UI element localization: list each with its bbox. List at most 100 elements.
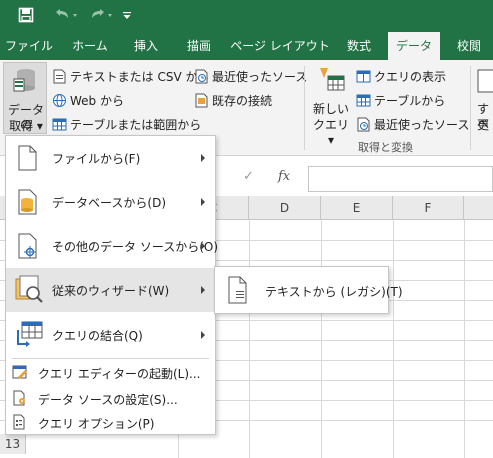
show-queries-icon (356, 70, 371, 83)
get-data-menu: ファイルから(F) データベースから(D) その他のデータ ソースから(O) 従… (5, 135, 219, 435)
query-options-icon (13, 414, 25, 430)
menu-item-from-text-legacy[interactable]: テキストから (レガシ)(T) (215, 267, 403, 313)
menu-item-launch-query-editor[interactable]: クエリ エディターの起動(L)... (6, 360, 215, 384)
tab-insert[interactable]: 挿入 (124, 32, 168, 60)
tab-formulas[interactable]: 数式 (336, 32, 382, 60)
menu-item-data-source-settings[interactable]: データ ソースの設定(S)... (6, 386, 215, 410)
save-button[interactable] (14, 4, 38, 26)
show-queries-button[interactable]: クエリの表示 (356, 68, 446, 85)
submenu-arrow-icon (201, 242, 205, 250)
grid-line (321, 220, 322, 458)
get-data-icon (13, 69, 35, 92)
menu-item-from-file-label: ファイルから(F) (52, 152, 141, 166)
from-table-label: テーブルまたは範囲から (70, 118, 202, 132)
legacy-wizard-icon (15, 275, 43, 303)
undo-icon (56, 9, 77, 18)
enter-button[interactable]: ✓ (243, 169, 254, 184)
column-header-f[interactable]: F (393, 196, 464, 220)
menu-item-legacy-wizards[interactable]: 従来のウィザード(W) (6, 268, 215, 312)
menu-item-from-other-sources-label: その他のデータ ソースから(O) (52, 240, 219, 254)
customize-qat-button[interactable] (120, 4, 134, 26)
menu-item-combine-queries-label: クエリの結合(Q) (52, 329, 143, 343)
file-icon (18, 145, 37, 171)
redo-icon (92, 9, 112, 18)
formula-input[interactable] (308, 166, 493, 192)
globe-icon (53, 94, 66, 107)
menu-separator (12, 358, 209, 359)
tab-review[interactable]: 校閲 (446, 32, 492, 60)
show-queries-label: クエリの表示 (374, 70, 447, 84)
menu-item-from-file[interactable]: ファイルから(F) (6, 136, 215, 180)
text-file-icon (228, 276, 247, 304)
database-icon (18, 189, 37, 215)
from-text-csv-button[interactable]: テキストまたは CSV から (52, 68, 209, 85)
recent-sources-button[interactable]: 最近使ったソース (194, 68, 307, 85)
grid-line (249, 220, 250, 458)
column-header-e[interactable]: E (321, 196, 393, 220)
group-get-transform-label: 取得と変換 (358, 141, 413, 154)
row-header-13[interactable]: 13 (0, 434, 26, 454)
group-separator (470, 66, 471, 150)
grid-line (393, 220, 394, 458)
new-query-label-1: 新しい (312, 102, 349, 116)
from-table2-button[interactable]: テーブルから (356, 92, 445, 109)
menu-item-query-options[interactable]: クエリ オプション(P) (6, 410, 215, 434)
group-separator (304, 66, 305, 150)
menu-item-data-source-settings-label: データ ソースの設定(S)... (38, 393, 178, 407)
tab-file[interactable]: ファイル (0, 32, 58, 60)
submenu-arrow-icon (201, 198, 205, 206)
ribbon-tabs: ファイル ホーム 挿入 描画 ページ レイアウト 数式 データ 校閲 (0, 32, 493, 60)
tab-page-layout[interactable]: ページ レイアウト (230, 32, 330, 60)
undo-button[interactable] (50, 4, 82, 26)
recent-sources-icon (195, 69, 208, 84)
column-header-d[interactable]: D (249, 196, 321, 220)
tab-home[interactable]: ホーム (62, 32, 118, 60)
from-table-button[interactable]: テーブルまたは範囲から (52, 116, 201, 133)
recent-sources-icon (357, 117, 370, 132)
insert-function-button[interactable]: fx (278, 169, 290, 184)
submenu-arrow-icon (201, 286, 205, 294)
redo-button[interactable] (86, 4, 118, 26)
refresh-all-button[interactable]: すべ 更新 (474, 62, 493, 134)
new-query-button[interactable]: 新しい クエリ ▾ (310, 62, 352, 147)
menu-item-launch-query-editor-label: クエリ エディターの起動(L)... (38, 367, 201, 381)
menu-item-from-database-label: データベースから(D) (52, 196, 167, 210)
combine-queries-icon (17, 321, 43, 347)
new-query-icon (320, 68, 345, 91)
title-bar (0, 0, 493, 32)
grid-line (464, 220, 465, 458)
refresh-all-icon (477, 69, 493, 93)
tab-data[interactable]: データ (388, 32, 440, 60)
recent-sources2-label: 最近使ったソース (374, 118, 470, 132)
get-data-label-2: 取得 ▾ (9, 119, 43, 133)
query-editor-icon (12, 365, 27, 379)
other-sources-icon (18, 233, 37, 259)
save-icon (18, 7, 34, 23)
from-table2-label: テーブルから (374, 94, 446, 108)
recent-sources-label: 最近使ったソース (212, 70, 308, 84)
customize-qat-icon (123, 12, 131, 19)
get-data-button[interactable]: データの 取得 ▾ (3, 62, 47, 134)
new-query-label-2: クエリ ▾ (312, 118, 349, 147)
table-icon (356, 94, 371, 107)
tab-draw[interactable]: 描画 (176, 32, 222, 60)
menu-item-from-text-legacy-label: テキストから (レガシ)(T) (265, 285, 403, 299)
from-web-label: Web から (70, 94, 124, 108)
menu-item-query-options-label: クエリ オプション(P) (38, 417, 155, 431)
menu-item-combine-queries[interactable]: クエリの結合(Q) (6, 312, 215, 358)
menu-item-legacy-wizards-label: 従来のウィザード(W) (52, 284, 170, 298)
from-web-button[interactable]: Web から (52, 92, 124, 109)
data-source-settings-icon (13, 390, 25, 406)
refresh-all-label-2: 更新 (477, 118, 490, 134)
submenu-arrow-icon (201, 331, 205, 339)
existing-connections-icon (195, 93, 208, 108)
menu-item-from-database[interactable]: データベースから(D) (6, 180, 215, 224)
table-icon (52, 118, 67, 131)
existing-connections-label: 既存の接続 (212, 94, 273, 108)
recent-sources2-button[interactable]: 最近使ったソース (356, 116, 469, 133)
legacy-wizard-submenu: テキストから (レガシ)(T) (214, 266, 403, 314)
text-file-icon (53, 69, 66, 84)
from-text-csv-label: テキストまたは CSV から (70, 70, 210, 84)
existing-connections-button[interactable]: 既存の接続 (194, 92, 272, 109)
menu-item-from-other-sources[interactable]: その他のデータ ソースから(O) (6, 224, 219, 268)
